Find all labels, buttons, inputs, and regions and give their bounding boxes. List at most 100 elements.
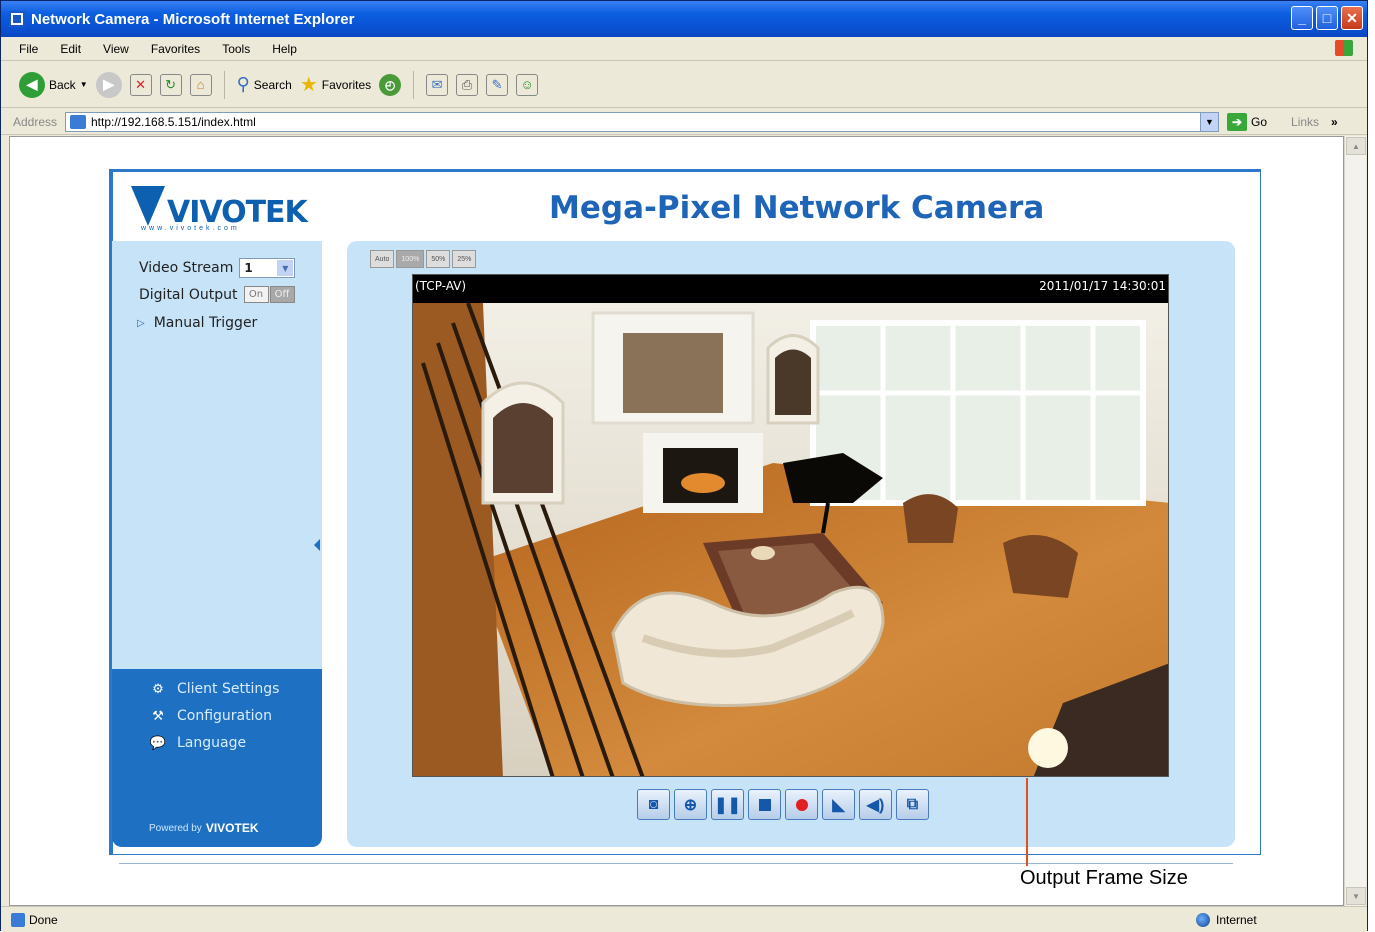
menu-edit[interactable]: Edit (60, 42, 81, 56)
size-auto-button[interactable]: Auto (370, 250, 395, 268)
camera-icon: ◙ (648, 795, 659, 813)
annotation-label: Output Frame Size (1020, 867, 1188, 889)
chevron-right-icon[interactable]: » (1331, 115, 1338, 129)
windows-flag-icon (1335, 40, 1353, 56)
annotation-pointer (1026, 778, 1028, 866)
configuration-label: Configuration (177, 708, 272, 724)
forward-arrow-icon: ▶ (95, 71, 122, 98)
favorites-label: Favorites (321, 77, 372, 92)
powered-by: Powered by VIVOTEK (149, 821, 259, 835)
forward-button[interactable]: ▶ (95, 71, 122, 98)
menu-tools[interactable]: Tools (222, 42, 250, 56)
browser-window: Network Camera - Microsoft Internet Expl… (0, 0, 1368, 932)
do-on-button[interactable]: On (243, 286, 269, 303)
globe-icon (1196, 912, 1210, 927)
nav-configuration[interactable]: ⚒ Configuration (149, 708, 272, 724)
back-label: Back (49, 77, 76, 92)
history-icon[interactable]: ◴ (379, 73, 402, 96)
video-stream-view[interactable]: (TCP-AV) 2011/01/17 14:30:01 (412, 274, 1169, 777)
scroll-up-icon[interactable]: ▲ (1346, 137, 1366, 155)
living-room-video-frame (413, 303, 1168, 776)
client-settings-label: Client Settings (177, 681, 280, 697)
manual-trigger-label: Manual Trigger (153, 315, 258, 331)
video-stream-row: Video Stream 1 ▼ (139, 258, 296, 278)
edit-icon[interactable]: ✎ (486, 73, 509, 96)
go-arrow-icon: ➔ (1227, 112, 1247, 131)
pause-icon: ❚❚ (714, 796, 741, 814)
snapshot-button[interactable]: ◙ (637, 789, 670, 820)
nav-client-settings[interactable]: ⚙ Client Settings (149, 681, 279, 697)
home-icon[interactable]: ⌂ (189, 73, 212, 96)
left-control-panel (112, 241, 322, 669)
scroll-down-icon[interactable]: ▼ (1346, 887, 1366, 905)
address-dropdown-icon[interactable]: ▼ (1200, 112, 1218, 131)
go-button[interactable]: ➔ Go (1227, 112, 1268, 131)
manual-trigger-toggle[interactable]: ▷ Manual Trigger (137, 315, 257, 331)
refresh-icon[interactable]: ↻ (159, 73, 182, 96)
toolbar-separator (223, 70, 225, 99)
go-label: Go (1251, 114, 1268, 129)
ie-app-icon (9, 11, 25, 27)
back-dropdown-icon[interactable]: ▼ (80, 80, 88, 89)
video-control-bar: ◙ ⊕ ❚❚ ◣ ◀) ⧉ (637, 789, 929, 820)
vivotek-logo: VIVOTEK (131, 186, 308, 228)
video-stream-value: 1 (244, 261, 253, 275)
search-button[interactable]: ⚲ Search (237, 74, 292, 95)
digital-output-row: Digital Output On Off (139, 286, 295, 303)
address-url: http://192.168.5.151/index.html (91, 114, 256, 129)
wrench-icon: ⚒ (152, 708, 164, 724)
page-icon (70, 114, 86, 129)
window-title: Network Camera - Microsoft Internet Expl… (31, 10, 355, 28)
messenger-icon[interactable]: ☺ (516, 73, 539, 96)
mail-icon[interactable]: ✉ (426, 73, 449, 96)
address-bar: Address http://192.168.5.151/index.html … (1, 109, 1367, 135)
size-100-button[interactable]: 100% (396, 250, 425, 268)
page-divider (119, 863, 1233, 864)
video-timestamp: 2011/01/17 14:30:01 (1039, 279, 1166, 293)
nav-language[interactable]: 💬 Language (149, 735, 246, 751)
logo-subtext: www.vivotek.com (141, 225, 240, 232)
title-bar: Network Camera - Microsoft Internet Expl… (1, 1, 1367, 37)
digital-zoom-button[interactable]: ⊕ (674, 789, 707, 820)
gear-icon: ⚙ (152, 681, 164, 697)
menu-file[interactable]: File (19, 42, 38, 56)
video-stream-select[interactable]: 1 ▼ (239, 258, 296, 278)
minimize-button[interactable]: _ (1291, 6, 1313, 30)
stop-button[interactable] (748, 789, 781, 820)
pause-button[interactable]: ❚❚ (711, 789, 744, 820)
maximize-button[interactable]: □ (1316, 6, 1338, 30)
video-stream-label: Video Stream (139, 260, 234, 276)
menu-view[interactable]: View (103, 42, 129, 56)
print-icon[interactable]: ⎙ (456, 73, 479, 96)
page-title: Mega-Pixel Network Camera (549, 190, 1045, 226)
fullscreen-icon: ⧉ (906, 795, 919, 813)
zone-label: Internet (1216, 912, 1257, 927)
back-button[interactable]: ◀ Back ▼ (19, 71, 88, 98)
menu-help[interactable]: Help (272, 42, 297, 56)
video-info-bar: (TCP-AV) 2011/01/17 14:30:01 (413, 275, 1168, 303)
size-25-button[interactable]: 25% (452, 250, 477, 268)
chevron-down-icon: ▼ (277, 260, 294, 276)
do-off-button[interactable]: Off (269, 286, 295, 303)
favorites-button[interactable]: ★ Favorites (300, 72, 371, 97)
speaker-icon: ◀) (866, 796, 885, 814)
close-button[interactable]: ✕ (1341, 6, 1363, 30)
expand-arrow-icon: ▷ (137, 317, 145, 329)
collapse-panel-icon[interactable] (314, 539, 320, 551)
standard-toolbar: ◀ Back ▼ ▶ ✕ ↻ ⌂ ⚲ Search ★ Favorites ◴ … (1, 62, 1367, 108)
menu-favorites[interactable]: Favorites (151, 42, 200, 56)
stop-square-icon (758, 798, 771, 811)
links-label[interactable]: Links (1291, 115, 1319, 129)
speech-bubble-icon: 💬 (149, 735, 167, 751)
window-controls: _ □ ✕ (1291, 6, 1363, 30)
address-input[interactable]: http://192.168.5.151/index.html ▼ (65, 111, 1219, 132)
size-50-button[interactable]: 50% (426, 250, 451, 268)
fullscreen-button[interactable]: ⧉ (896, 789, 929, 820)
powered-by-label: Powered by (149, 822, 202, 834)
speaker-button[interactable]: ◀) (859, 789, 892, 820)
stop-icon[interactable]: ✕ (129, 73, 152, 96)
record-button[interactable] (785, 789, 818, 820)
volume-mic-button[interactable]: ◣ (822, 789, 855, 820)
zoom-icon: ⊕ (683, 796, 698, 814)
vertical-scrollbar[interactable]: ▲ ▼ (1344, 136, 1366, 906)
